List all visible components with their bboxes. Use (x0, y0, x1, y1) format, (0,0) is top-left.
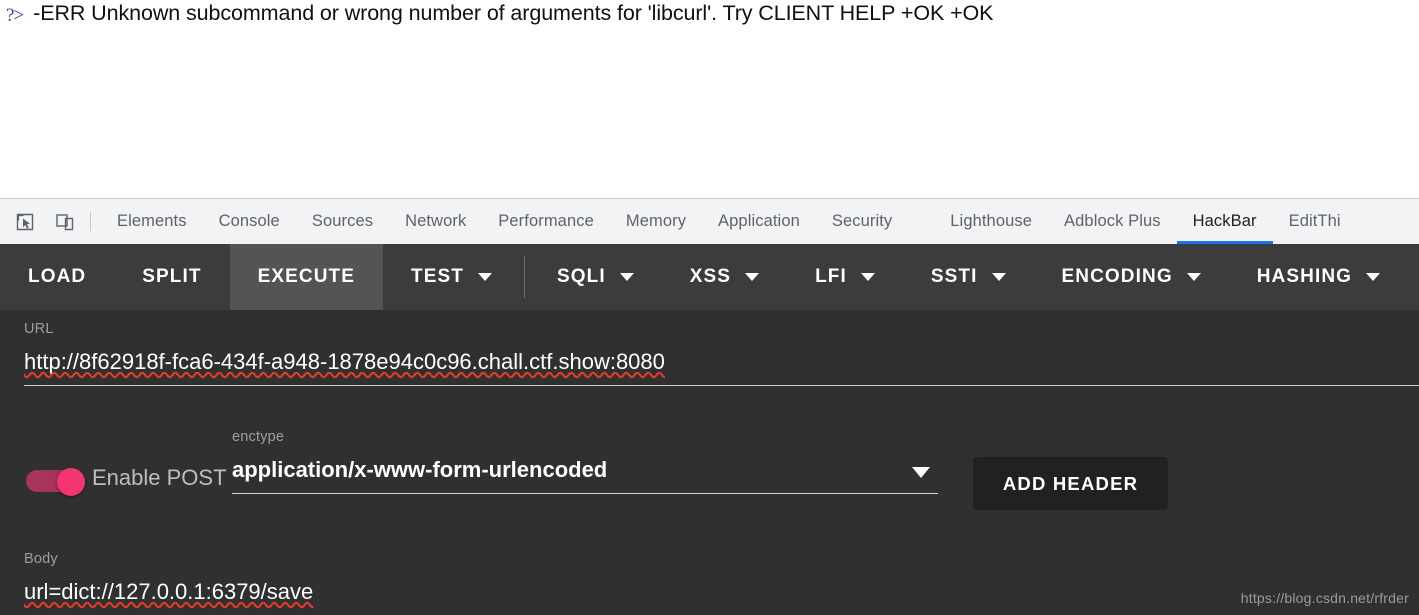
tab-label: Adblock Plus (1064, 212, 1161, 230)
chevron-down-icon (478, 273, 492, 281)
tab-application[interactable]: Application (702, 199, 816, 244)
tab-label: Console (218, 212, 280, 230)
toggle-knob (57, 468, 85, 496)
ssti-menu-button[interactable]: SSTI (903, 244, 1034, 310)
chevron-down-icon (1186, 273, 1201, 281)
enctype-field-group: enctype application/x-www-form-urlencode… (232, 430, 938, 494)
load-button-label: LOAD (28, 266, 87, 287)
chevron-down-icon (619, 273, 634, 281)
add-header-button[interactable]: ADD HEADER (973, 457, 1168, 510)
url-field-group: URL http://8f62918f-fca6-434f-a948-1878e… (24, 322, 665, 373)
split-button-label: SPLIT (142, 266, 202, 287)
xss-menu-button[interactable]: XSS (662, 244, 787, 310)
server-response-line: ?> -ERR Unknown subcommand or wrong numb… (6, 1, 993, 26)
ssti-menu-label: SSTI (930, 266, 978, 287)
toolbar-separator (90, 212, 91, 231)
xss-menu-label: XSS (689, 266, 732, 287)
lfi-menu-button[interactable]: LFI (787, 244, 903, 310)
tab-elements[interactable]: Elements (101, 199, 203, 244)
tab-console[interactable]: Console (203, 199, 296, 244)
chevron-down-icon (745, 273, 760, 281)
encoding-menu-label: ENCODING (1061, 266, 1173, 287)
device-toolbar-icon[interactable] (52, 209, 78, 235)
execute-button-label: EXECUTE (257, 266, 356, 287)
enctype-label: enctype (232, 429, 285, 445)
tab-memory[interactable]: Memory (610, 199, 702, 244)
toolbar-group-divider (524, 256, 525, 298)
enctype-select[interactable]: application/x-www-form-urlencoded (232, 456, 938, 494)
tab-editthiscookie[interactable]: EditThi (1273, 199, 1357, 244)
tab-label: Network (405, 212, 467, 230)
tab-security[interactable]: Security (816, 199, 908, 244)
url-label: URL (24, 321, 54, 337)
hackbar-panel: LOAD SPLIT EXECUTE TEST SQLI XSS LFI SST… (0, 244, 1419, 615)
tab-hackbar[interactable]: HackBar (1176, 199, 1273, 244)
execute-button[interactable]: EXECUTE (229, 244, 384, 310)
tab-label: Application (718, 212, 800, 230)
body-input[interactable]: url=dict://127.0.0.1:6379/save (24, 578, 314, 604)
tab-label: EditThi (1288, 212, 1341, 230)
hackbar-toolbar: LOAD SPLIT EXECUTE TEST SQLI XSS LFI SST… (0, 244, 1419, 310)
enctype-selected-value: application/x-www-form-urlencoded (232, 456, 608, 482)
tab-label: Sources (311, 212, 374, 230)
sqli-menu-label: SQLI (557, 266, 606, 287)
load-button[interactable]: LOAD (0, 244, 114, 310)
url-input[interactable]: http://8f62918f-fca6-434f-a948-1878e94c0… (24, 350, 665, 373)
screenshot-root: ?> -ERR Unknown subcommand or wrong numb… (0, 0, 1419, 615)
tab-label: Lighthouse (950, 212, 1033, 230)
tab-label: Security (831, 212, 893, 230)
tab-label: Performance (498, 212, 594, 230)
test-menu-label: TEST (411, 266, 464, 287)
chevron-down-icon (860, 273, 875, 281)
tab-label: Memory (625, 212, 687, 230)
php-prompt-icon: ?> (6, 5, 24, 26)
tab-label: HackBar (1192, 212, 1257, 230)
devtools-tool-icons (0, 199, 78, 244)
chevron-down-icon (1366, 273, 1381, 281)
server-response-text: -ERR Unknown subcommand or wrong number … (33, 1, 994, 25)
inspect-element-icon[interactable] (12, 209, 38, 235)
devtools-tabbar: Elements Console Sources Network Perform… (0, 198, 1419, 244)
chevron-down-icon (912, 466, 930, 478)
enable-post-toggle[interactable] (26, 468, 85, 496)
body-field-group: Body url=dict://127.0.0.1:6379/save (24, 552, 313, 603)
enable-post-label: Enable POST (92, 465, 227, 490)
tab-network[interactable]: Network (389, 199, 482, 244)
tab-label: Elements (117, 212, 187, 230)
page-viewport: ?> -ERR Unknown subcommand or wrong numb… (0, 0, 1419, 198)
hashing-menu-label: HASHING (1256, 266, 1353, 287)
lfi-menu-label: LFI (815, 266, 847, 287)
url-input-underline (24, 385, 1419, 386)
tab-sources[interactable]: Sources (296, 199, 389, 244)
sqli-menu-button[interactable]: SQLI (529, 244, 662, 310)
hashing-menu-button[interactable]: HASHING (1229, 244, 1408, 310)
split-button[interactable]: SPLIT (114, 244, 229, 310)
encoding-menu-button[interactable]: ENCODING (1034, 244, 1229, 310)
tab-performance[interactable]: Performance (482, 199, 610, 244)
watermark: https://blog.csdn.net/rfrder (1240, 590, 1409, 606)
tab-adblock-plus[interactable]: Adblock Plus (1048, 199, 1177, 244)
test-menu-button[interactable]: TEST (383, 244, 520, 310)
tab-lighthouse[interactable]: Lighthouse (934, 199, 1048, 244)
chevron-down-icon (991, 273, 1006, 281)
devtools-tab-list: Elements Console Sources Network Perform… (101, 199, 1419, 244)
body-label: Body (24, 551, 58, 567)
body-input-text: url=dict://127.0.0.1:6379/save (24, 578, 314, 604)
post-options-row: Enable POST enctype application/x-www-fo… (0, 430, 1419, 529)
